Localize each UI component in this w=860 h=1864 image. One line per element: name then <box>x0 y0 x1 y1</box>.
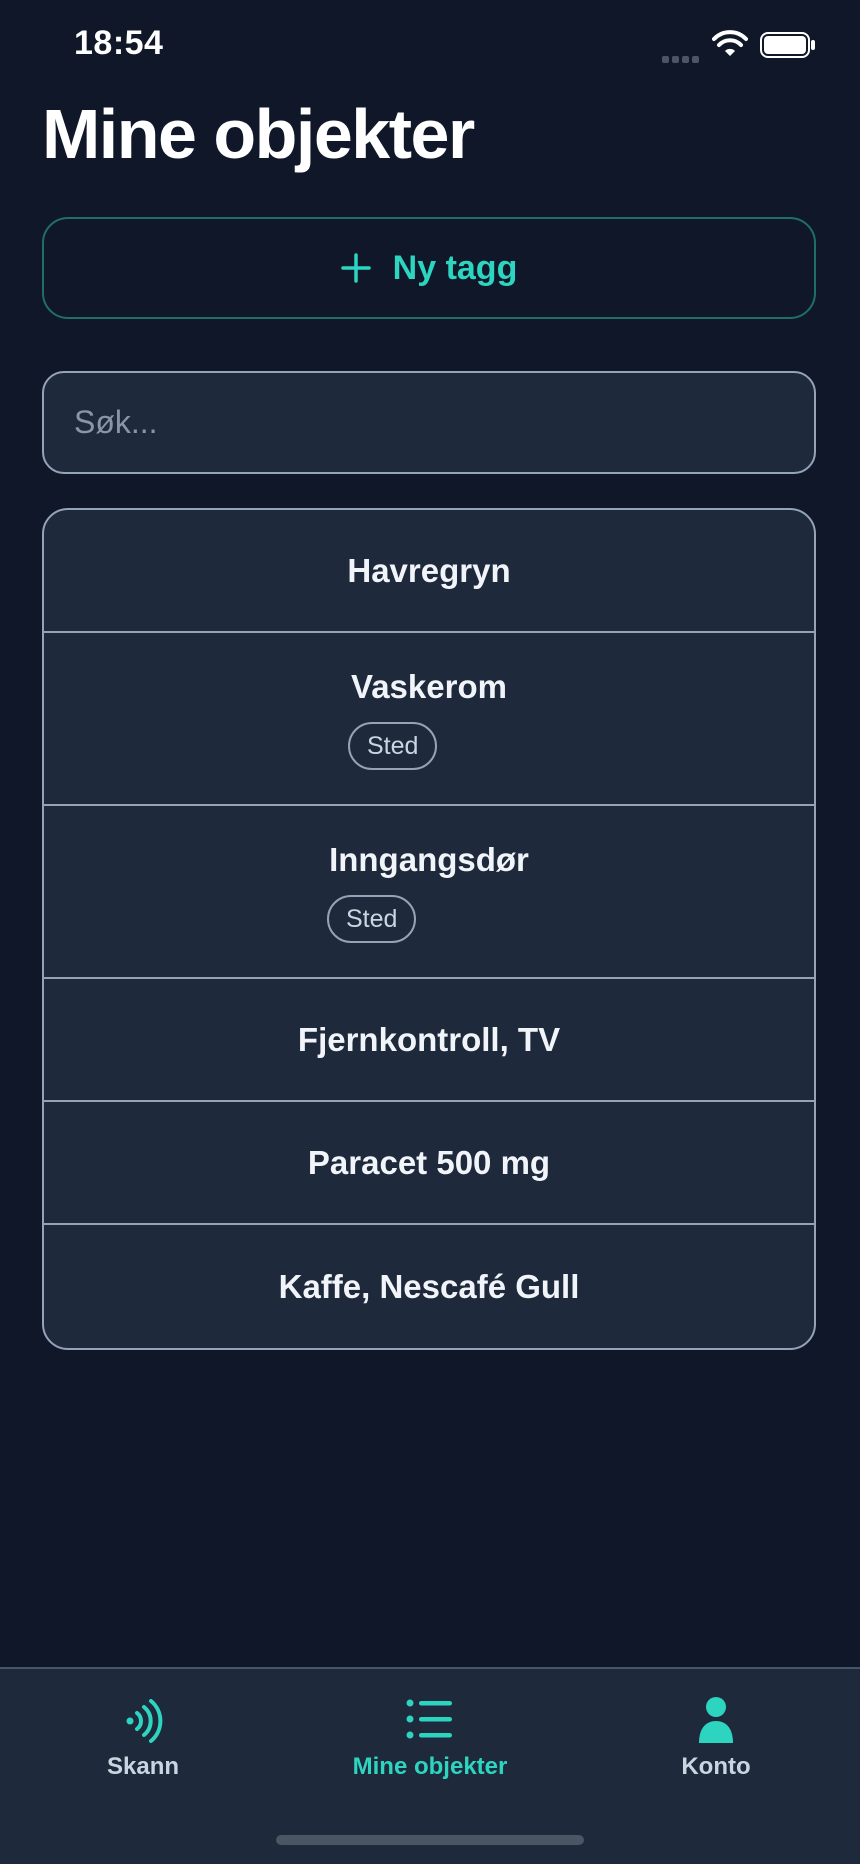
item-name: Paracet 500 mg <box>307 1143 551 1181</box>
list-item[interactable]: Vaskerom Sted <box>44 633 814 806</box>
item-name: Inngangsdør <box>329 840 529 878</box>
list-item[interactable]: Kaffe, Nescafé Gull <box>44 1225 814 1348</box>
object-list: Havregryn Vaskerom Sted Inngangsdør Sted… <box>42 508 816 1350</box>
plus-icon <box>340 253 371 283</box>
location-badge: Sted <box>348 721 438 770</box>
item-name: Havregryn <box>347 551 511 589</box>
list-icon <box>406 1699 452 1739</box>
cellular-signal-icon <box>662 50 702 63</box>
item-name: Fjernkontroll, TV <box>297 1020 561 1058</box>
list-item[interactable]: Havregryn <box>44 510 814 633</box>
home-indicator <box>276 1835 584 1845</box>
search-input[interactable] <box>42 371 816 474</box>
new-tag-label: Ny tagg <box>392 248 518 287</box>
item-name: Kaffe, Nescafé Gull <box>278 1267 580 1305</box>
tab-mine-objekter[interactable]: Mine objekter <box>330 1669 530 1799</box>
person-icon <box>699 1697 733 1743</box>
tab-label: Skann <box>106 1753 180 1780</box>
list-item[interactable]: Inngangsdør Sted <box>44 806 814 979</box>
location-badge: Sted <box>327 894 417 943</box>
status-time: 18:54 <box>74 24 164 62</box>
tab-label: Konto <box>681 1753 751 1780</box>
new-tag-button[interactable]: Ny tagg <box>42 217 816 319</box>
list-item[interactable]: Fjernkontroll, TV <box>44 979 814 1102</box>
item-name: Vaskerom <box>351 667 507 705</box>
tab-skann[interactable]: Skann <box>70 1669 216 1799</box>
nfc-scan-icon <box>126 1699 163 1743</box>
wifi-icon <box>712 30 748 56</box>
list-item[interactable]: Paracet 500 mg <box>44 1102 814 1225</box>
status-bar: 18:54 <box>0 0 860 96</box>
tab-label: Mine objekter <box>352 1753 508 1780</box>
tab-konto[interactable]: Konto <box>656 1669 776 1799</box>
battery-icon <box>760 32 815 58</box>
page-title: Mine objekter <box>42 95 475 173</box>
